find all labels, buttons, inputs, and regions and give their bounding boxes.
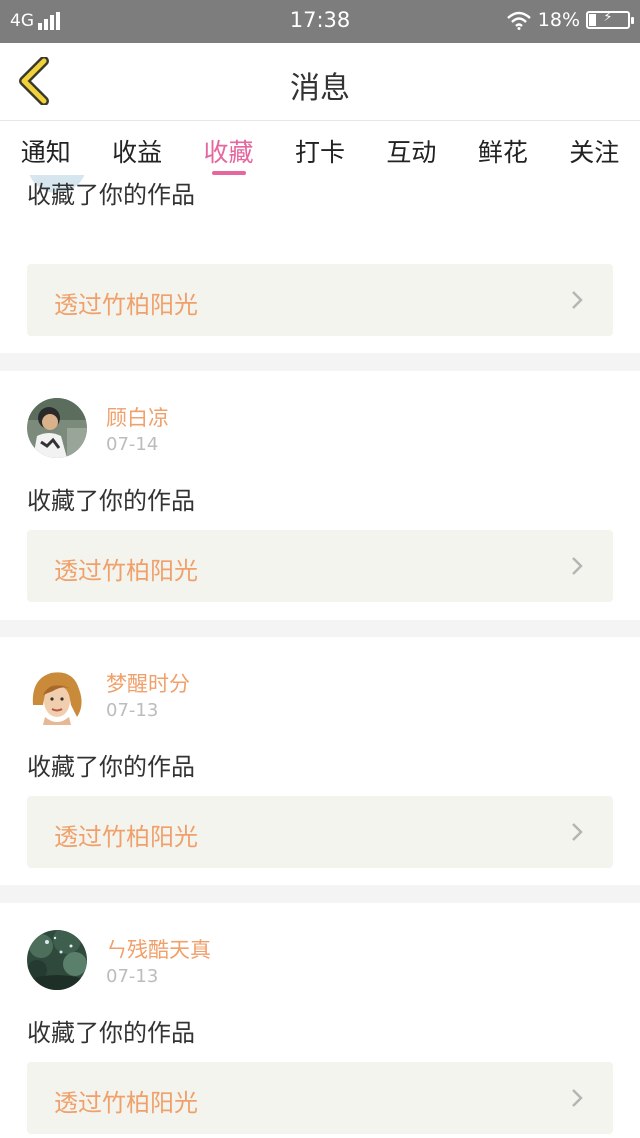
user-name[interactable]: 梦醒时分 [106, 668, 190, 698]
battery-icon: ⚡ [586, 10, 634, 29]
tab-bar: 通知 收益 收藏 打卡 互动 鲜花 关注 [0, 121, 640, 175]
tab-earnings[interactable]: 收益 [91, 121, 182, 175]
list-item: ㄣ残酷天真 07-13 收藏了你的作品 透过竹柏阳光 [0, 903, 640, 1138]
work-link[interactable]: 透过竹柏阳光 [27, 1062, 613, 1134]
work-title: 透过竹柏阳光 [54, 557, 198, 585]
item-action: 收藏了你的作品 [27, 487, 195, 515]
work-link[interactable]: 透过竹柏阳光 [27, 530, 613, 602]
chevron-right-icon [572, 1089, 583, 1107]
chevron-right-icon [572, 291, 583, 309]
item-date: 07-13 [106, 700, 159, 721]
tab-follow[interactable]: 关注 [549, 121, 640, 175]
page-title: 消息 [290, 71, 350, 106]
work-title: 透过竹柏阳光 [54, 1089, 198, 1117]
charging-icon: ⚡ [603, 10, 613, 25]
work-link[interactable]: 透过竹柏阳光 [27, 264, 613, 336]
user-name[interactable]: 顾白凉 [106, 402, 169, 432]
work-link[interactable]: 透过竹柏阳光 [27, 796, 613, 868]
avatar-woman-icon[interactable] [27, 665, 87, 725]
list-item: 梦醒时分 07-13 收藏了你的作品 透过竹柏阳光 [0, 637, 640, 885]
list-item: 顾白凉 07-14 收藏了你的作品 透过竹柏阳光 [0, 371, 640, 620]
battery-percent: 18% [537, 9, 580, 31]
status-right: 18% ⚡ [506, 9, 634, 31]
wifi-icon [506, 11, 531, 30]
chevron-right-icon [572, 823, 583, 841]
item-date: 07-13 [106, 966, 159, 987]
status-bar: 4G 17:38 18% ⚡ [0, 0, 640, 43]
item-date: 07-14 [106, 434, 159, 455]
chevron-right-icon [572, 557, 583, 575]
work-title: 透过竹柏阳光 [54, 291, 198, 319]
tab-notification[interactable]: 通知 [0, 121, 91, 175]
avatar-boy-icon[interactable] [27, 398, 87, 458]
tab-favorites[interactable]: 收藏 [183, 121, 274, 175]
message-list: 07-31 收藏了你的作品 透过竹柏阳光 顾白凉 07-14 收藏了你的作品 透… [0, 175, 640, 1138]
tab-interaction[interactable]: 互动 [366, 121, 457, 175]
item-action: 收藏了你的作品 [27, 753, 195, 781]
item-action: 收藏了你的作品 [27, 1019, 195, 1047]
list-item: 07-31 收藏了你的作品 透过竹柏阳光 [0, 175, 640, 353]
nav-header: 消息 [0, 43, 640, 121]
tab-checkin[interactable]: 打卡 [274, 121, 365, 175]
avatar-forest-icon[interactable] [27, 930, 87, 990]
item-action: 收藏了你的作品 [27, 181, 195, 209]
work-title: 透过竹柏阳光 [54, 823, 198, 851]
tab-flowers[interactable]: 鲜花 [457, 121, 548, 175]
user-name[interactable]: ㄣ残酷天真 [106, 934, 211, 964]
